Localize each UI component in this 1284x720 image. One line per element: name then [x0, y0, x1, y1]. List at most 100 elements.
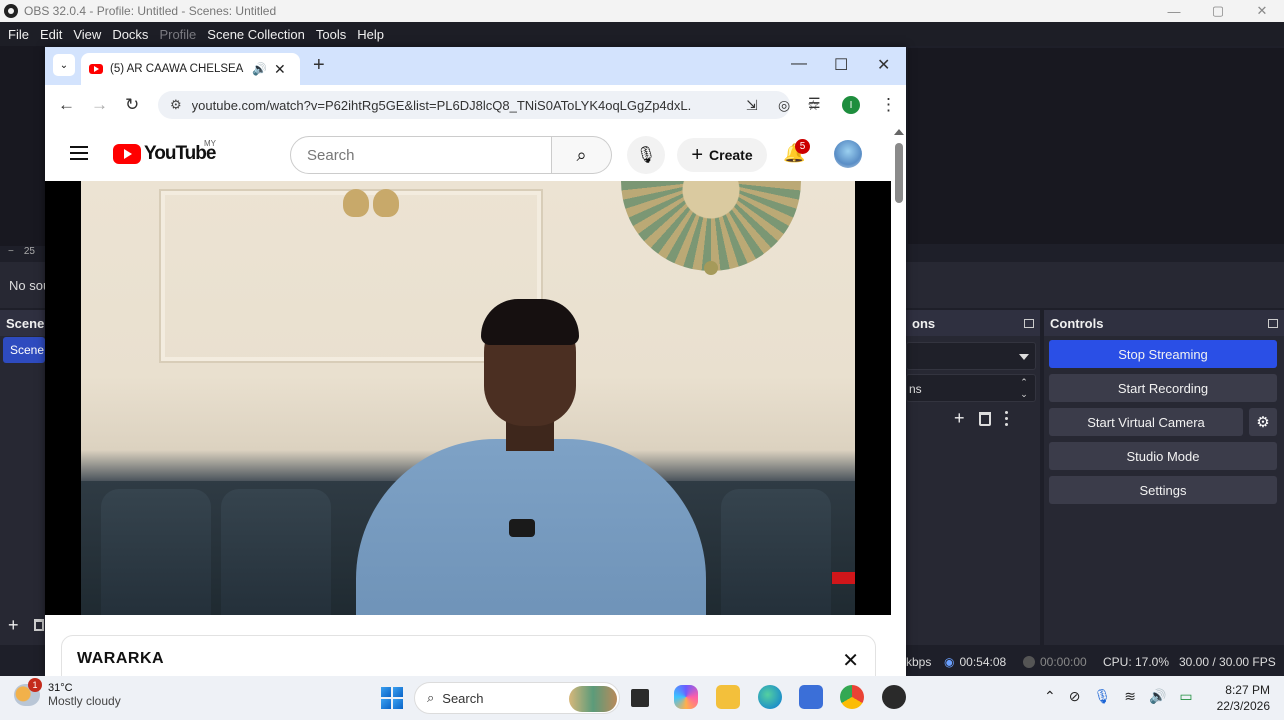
new-tab-icon[interactable]: + [313, 54, 325, 77]
tab-title: (5) AR CAAWA CHELSEA ti [110, 63, 245, 75]
tab-youtube[interactable]: (5) AR CAAWA CHELSEA ti 🔊 ✕ [81, 53, 300, 85]
menu-docks[interactable]: Docks [108, 27, 152, 42]
menu-edit[interactable]: Edit [36, 27, 66, 42]
start-virtual-camera-button[interactable]: Start Virtual Camera [1049, 408, 1243, 436]
clock-pendulum [704, 261, 718, 275]
more-options-icon[interactable] [1004, 411, 1008, 426]
menu-help[interactable]: Help [353, 27, 388, 42]
lens-icon[interactable]: ◎ [778, 97, 790, 114]
microphone-icon: 🎙 [635, 147, 657, 164]
menu-scene-collection[interactable]: Scene Collection [203, 27, 309, 42]
create-button[interactable]: + Create [677, 138, 767, 172]
edge-icon[interactable] [758, 685, 782, 709]
youtube-header: YouTube MY Search ⌕ 🎙 + Create 🔔 5 [45, 125, 891, 181]
battery-icon[interactable]: ▭ [1179, 688, 1192, 705]
channel-watermark [832, 572, 855, 584]
menu-tools[interactable]: Tools [312, 27, 350, 42]
minimize-button[interactable]: — [1152, 0, 1196, 22]
start-button-icon[interactable] [381, 687, 403, 709]
close-tab-icon[interactable]: ✕ [274, 61, 286, 78]
chrome-window: ⌄ (5) AR CAAWA CHELSEA ti 🔊 ✕ + — ☐ ✕ ← … [45, 47, 906, 676]
maximize-button[interactable]: ▢ [1196, 0, 1240, 22]
search-icon: ⌕ [576, 144, 587, 165]
undock-icon[interactable] [1024, 318, 1034, 328]
stop-streaming-button[interactable]: Stop Streaming [1049, 340, 1277, 368]
record-status-icon [1023, 656, 1035, 668]
record-time: 00:00:00 [1040, 655, 1087, 669]
chrome-maximize-button[interactable]: ☐ [834, 55, 848, 75]
youtube-logo-icon[interactable] [113, 144, 141, 164]
start-recording-button[interactable]: Start Recording [1049, 374, 1277, 402]
file-explorer-icon[interactable] [716, 685, 740, 709]
undock-icon[interactable] [1268, 318, 1278, 328]
microphone-icon[interactable]: 🎙 [1093, 688, 1111, 705]
speaker-icon[interactable]: 🔊 [252, 62, 267, 76]
address-bar[interactable]: ⚙ youtube.com/watch?v=P62ihtRg5GE&list=P… [158, 91, 820, 119]
menu-profile[interactable]: Profile [155, 27, 200, 42]
video-frame[interactable] [81, 181, 855, 615]
copilot-icon[interactable] [674, 685, 698, 709]
task-view-icon[interactable] [631, 689, 649, 707]
obs-taskbar-icon[interactable] [882, 685, 906, 709]
weather-widget[interactable]: 1 31°C Mostly cloudy [14, 678, 121, 708]
create-label: Create [709, 147, 753, 163]
chrome-close-button[interactable]: ✕ [877, 55, 890, 75]
close-panel-icon[interactable]: ✕ [842, 648, 859, 673]
scenes-header: Scene [0, 310, 45, 336]
install-app-icon[interactable]: ⇲ [746, 97, 758, 114]
tab-search-button[interactable]: ⌄ [53, 54, 75, 76]
source-type-select[interactable] [906, 342, 1036, 370]
scene-list-item[interactable]: Scene [3, 337, 45, 363]
hamburger-menu-icon[interactable] [70, 146, 88, 160]
source-spinbox[interactable]: ns ⌃ ⌄ [906, 374, 1036, 402]
spin-arrows-icon[interactable]: ⌃ ⌄ [1017, 376, 1031, 400]
menu-view[interactable]: View [69, 27, 105, 42]
taskbar-search[interactable]: ⌕ Search [414, 682, 620, 714]
chevron-down-icon [1019, 354, 1029, 360]
reading-list-icon[interactable]: ☰ [808, 95, 821, 112]
profile-avatar[interactable]: I [842, 96, 860, 114]
zoom-out-button[interactable]: − [8, 246, 14, 260]
system-tray: ⌃ ⊘ 🎙 ≋ 🔊 ▭ [1044, 688, 1193, 705]
chrome-taskbar-icon[interactable] [840, 685, 864, 709]
wifi-icon[interactable]: ≋ [1124, 688, 1136, 705]
scrollbar-thumb[interactable] [895, 143, 903, 203]
obs-preview-canvas[interactable] [908, 48, 1284, 244]
forward-icon[interactable]: → [91, 95, 108, 115]
plus-icon: + [691, 143, 704, 166]
store-icon[interactable] [799, 685, 823, 709]
trash-icon[interactable] [978, 411, 991, 426]
notifications-button[interactable]: 🔔 5 [783, 139, 810, 164]
zoom-value: 25 [23, 246, 35, 257]
taskbar-clock[interactable]: 8:27 PM 22/3/2026 [1206, 682, 1270, 714]
add-source-icon[interactable]: + [954, 408, 965, 429]
video-player[interactable] [45, 181, 891, 615]
volume-icon[interactable]: 🔊 [1149, 688, 1166, 705]
reload-icon[interactable]: ↻ [125, 95, 139, 115]
menu-file[interactable]: File [4, 27, 33, 42]
studio-mode-button[interactable]: Studio Mode [1049, 442, 1277, 470]
scroll-up-icon[interactable] [894, 129, 904, 135]
sync-off-icon[interactable]: ⊘ [1069, 688, 1081, 705]
voice-search-button[interactable]: 🎙 [627, 136, 665, 174]
virtual-camera-settings-icon[interactable]: ⚙ [1249, 408, 1277, 436]
chrome-menu-icon[interactable]: ⋮ [880, 95, 897, 115]
account-avatar[interactable] [834, 140, 862, 168]
close-button[interactable]: ✕ [1240, 0, 1284, 22]
panel-title: WARARKA [77, 650, 165, 667]
youtube-page: YouTube MY Search ⌕ 🎙 + Create 🔔 5 WARAR… [45, 125, 906, 676]
remove-scene-icon[interactable] [34, 619, 44, 631]
site-info-icon[interactable]: ⚙ [170, 97, 182, 113]
temperature: 31°C [48, 682, 73, 694]
youtube-search-input[interactable]: Search [290, 136, 552, 174]
youtube-favicon-icon [89, 64, 103, 74]
person-hair [481, 299, 579, 345]
add-scene-icon[interactable]: + [8, 615, 19, 636]
back-icon[interactable]: ← [58, 95, 75, 115]
page-scrollbar[interactable] [891, 125, 906, 676]
search-button[interactable]: ⌕ [552, 136, 612, 174]
chrome-minimize-button[interactable]: — [791, 55, 807, 73]
chevron-up-icon[interactable]: ⌃ [1044, 688, 1056, 705]
weather-badge: 1 [28, 678, 42, 692]
settings-button[interactable]: Settings [1049, 476, 1277, 504]
